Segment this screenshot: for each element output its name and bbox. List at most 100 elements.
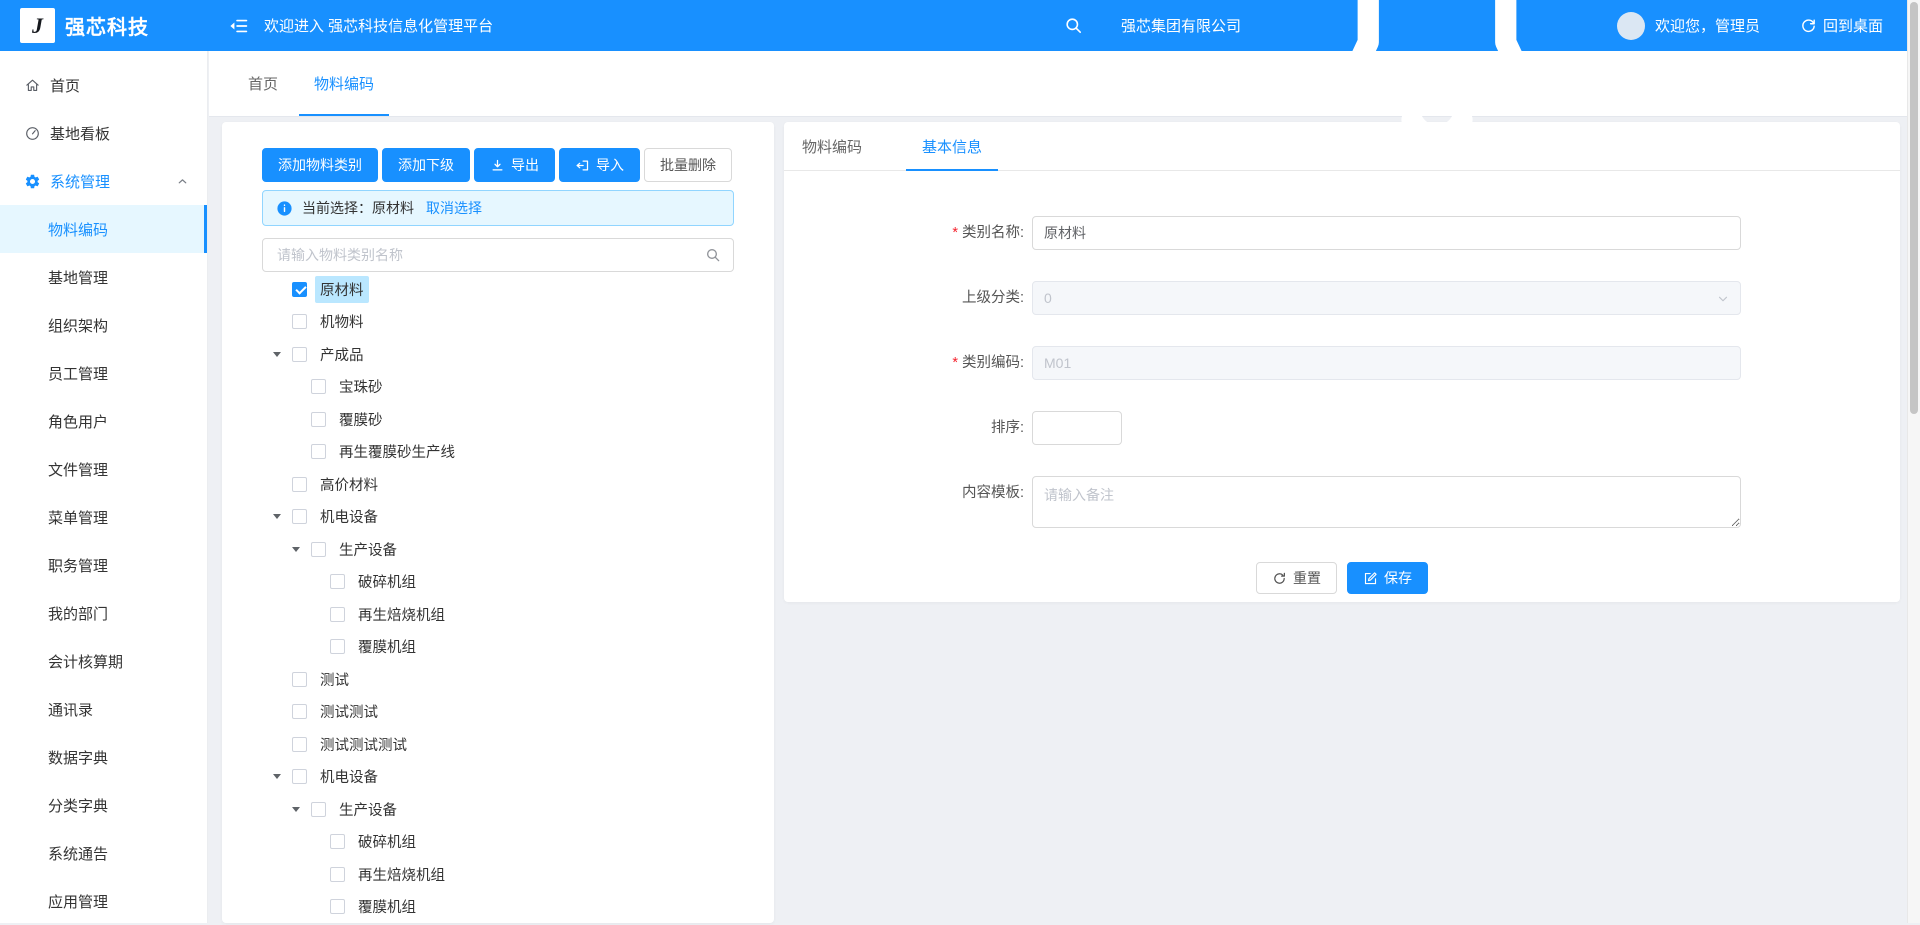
search-icon[interactable] xyxy=(705,247,721,263)
tree-node-label[interactable]: 覆膜砂 xyxy=(334,406,388,433)
tree-checkbox[interactable] xyxy=(292,769,307,784)
caret-down-icon[interactable] xyxy=(292,547,300,552)
tree-node[interactable]: 宝珠砂 xyxy=(262,371,734,404)
avatar[interactable] xyxy=(1617,12,1645,40)
tab-2[interactable]: 物料编码 xyxy=(299,51,389,116)
tree-node[interactable]: 测试测试 xyxy=(262,696,734,729)
notifications-button[interactable]: 99+ xyxy=(1287,0,1587,176)
sidebar-item-2[interactable]: 基地看板 xyxy=(0,109,207,157)
tree-node-label[interactable]: 测试 xyxy=(315,666,354,693)
sidebar-subitem-11[interactable]: 通讯录 xyxy=(0,685,207,733)
caret-down-icon[interactable] xyxy=(292,807,300,812)
tree-checkbox[interactable] xyxy=(292,282,307,297)
company-name[interactable]: 强芯集团有限公司 xyxy=(1121,15,1241,36)
sidebar-subitem-7[interactable]: 菜单管理 xyxy=(0,493,207,541)
sidebar-item-1[interactable]: 首页 xyxy=(0,61,207,109)
tree-node-label[interactable]: 高价材料 xyxy=(315,471,383,498)
add-child-button[interactable]: 添加下级 xyxy=(382,148,470,182)
tree-node-label[interactable]: 生产设备 xyxy=(334,536,402,563)
tree-checkbox[interactable] xyxy=(292,477,307,492)
tree-node[interactable]: 高价材料 xyxy=(262,468,734,501)
sidebar-subitem-15[interactable]: 应用管理 xyxy=(0,877,207,925)
tree-node-label[interactable]: 宝珠砂 xyxy=(334,373,388,400)
sidebar-subitem-8[interactable]: 职务管理 xyxy=(0,541,207,589)
user-greeting[interactable]: 欢迎您，管理员 xyxy=(1655,15,1760,36)
tree-checkbox[interactable] xyxy=(311,379,326,394)
tree-node[interactable]: 原材料 xyxy=(262,273,734,306)
tree-node[interactable]: 产成品 xyxy=(262,338,734,371)
tree-checkbox[interactable] xyxy=(311,412,326,427)
category-name-input[interactable] xyxy=(1032,216,1741,250)
tree-node-label[interactable]: 原材料 xyxy=(315,276,369,303)
tree-node-label[interactable]: 机电设备 xyxy=(315,503,383,530)
tree-checkbox[interactable] xyxy=(292,314,307,329)
tree-checkbox[interactable] xyxy=(292,347,307,362)
tree-node-label[interactable]: 破碎机组 xyxy=(353,568,421,595)
tree-node[interactable]: 再生焙烧机组 xyxy=(262,598,734,631)
tree-node-label[interactable]: 机电设备 xyxy=(315,763,383,790)
category-search-input[interactable] xyxy=(275,246,705,264)
tree-node-label[interactable]: 破碎机组 xyxy=(353,828,421,855)
tree-node[interactable]: 生产设备 xyxy=(262,533,734,566)
cancel-selection-link[interactable]: 取消选择 xyxy=(426,198,482,218)
tree-node-label[interactable]: 机物料 xyxy=(315,308,369,335)
tree-checkbox[interactable] xyxy=(330,867,345,882)
sidebar-subitem-3[interactable]: 组织架构 xyxy=(0,301,207,349)
panel-tab-1[interactable]: 物料编码 xyxy=(786,122,878,170)
tree-node[interactable]: 再生覆膜砂生产线 xyxy=(262,436,734,469)
tree-node-label[interactable]: 覆膜机组 xyxy=(353,893,421,920)
sidebar-subitem-13[interactable]: 分类字典 xyxy=(0,781,207,829)
tree-node[interactable]: 破碎机组 xyxy=(262,566,734,599)
import-button[interactable]: 导入 xyxy=(559,148,640,182)
tree-node[interactable]: 覆膜机组 xyxy=(262,631,734,664)
sidebar-subitem-1[interactable]: 物料编码 xyxy=(0,205,207,253)
caret-down-icon[interactable] xyxy=(273,352,281,357)
sort-order-input[interactable] xyxy=(1032,411,1122,445)
tree-checkbox[interactable] xyxy=(292,704,307,719)
tree-node[interactable]: 破碎机组 xyxy=(262,826,734,859)
tree-node[interactable]: 测试测试测试 xyxy=(262,728,734,761)
tree-node[interactable]: 机电设备 xyxy=(262,501,734,534)
save-button[interactable]: 保存 xyxy=(1347,562,1428,594)
sidebar-subitem-10[interactable]: 会计核算期 xyxy=(0,637,207,685)
search-icon[interactable] xyxy=(1064,16,1083,35)
sidebar-subitem-14[interactable]: 系统通告 xyxy=(0,829,207,877)
batch-delete-button[interactable]: 批量删除 xyxy=(644,148,732,182)
tree-checkbox[interactable] xyxy=(330,639,345,654)
tree-node[interactable]: 机电设备 xyxy=(262,761,734,794)
tree-node[interactable]: 机物料 xyxy=(262,306,734,339)
sidebar-subitem-4[interactable]: 员工管理 xyxy=(0,349,207,397)
reset-button[interactable]: 重置 xyxy=(1256,562,1337,594)
tree-node[interactable]: 再生焙烧机组 xyxy=(262,858,734,891)
tree-checkbox[interactable] xyxy=(311,802,326,817)
sidebar-item-3[interactable]: 系统管理 xyxy=(0,157,207,205)
tree-node-label[interactable]: 产成品 xyxy=(315,341,369,368)
add-material-category-button[interactable]: 添加物料类别 xyxy=(262,148,378,182)
tree-checkbox[interactable] xyxy=(330,607,345,622)
tree-node-label[interactable]: 再生覆膜砂生产线 xyxy=(334,438,460,465)
tree-node-label[interactable]: 测试测试测试 xyxy=(315,731,412,758)
sidebar-subitem-12[interactable]: 数据字典 xyxy=(0,733,207,781)
tree-checkbox[interactable] xyxy=(292,737,307,752)
fold-sidebar-icon[interactable] xyxy=(228,15,250,37)
tree-checkbox[interactable] xyxy=(311,542,326,557)
tree-node[interactable]: 测试 xyxy=(262,663,734,696)
export-button[interactable]: 导出 xyxy=(474,148,555,182)
caret-down-icon[interactable] xyxy=(273,774,281,779)
content-template-textarea[interactable] xyxy=(1032,476,1741,528)
tree-node-label[interactable]: 生产设备 xyxy=(334,796,402,823)
page-scrollbar[interactable] xyxy=(1907,0,1920,923)
sidebar-subitem-6[interactable]: 文件管理 xyxy=(0,445,207,493)
tree-node-label[interactable]: 覆膜机组 xyxy=(353,633,421,660)
tree-node-label[interactable]: 再生焙烧机组 xyxy=(353,601,450,628)
tree-checkbox[interactable] xyxy=(330,899,345,914)
tree-node-label[interactable]: 测试测试 xyxy=(315,698,383,725)
caret-down-icon[interactable] xyxy=(273,514,281,519)
tree-node-label[interactable]: 再生焙烧机组 xyxy=(353,861,450,888)
tree-node[interactable]: 覆膜砂 xyxy=(262,403,734,436)
tree-node[interactable]: 覆膜机组 xyxy=(262,891,734,924)
tree-checkbox[interactable] xyxy=(330,574,345,589)
tree-node[interactable]: 生产设备 xyxy=(262,793,734,826)
tab-1[interactable]: 首页 xyxy=(233,51,293,116)
tree-checkbox[interactable] xyxy=(330,834,345,849)
